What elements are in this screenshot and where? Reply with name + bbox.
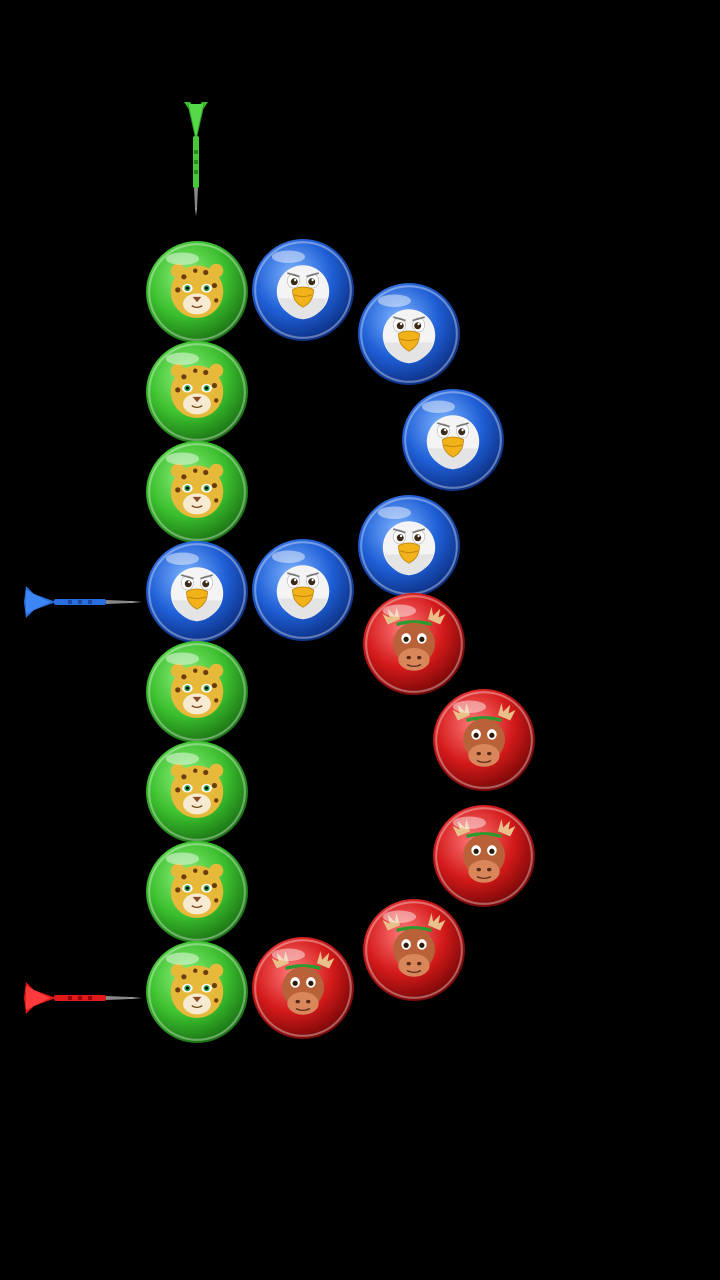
leopard-face-icon xyxy=(146,441,248,543)
red-moose-bubble[interactable] xyxy=(362,592,466,696)
blue-eagle-bubble[interactable] xyxy=(251,538,355,642)
green-leopard-bubble[interactable] xyxy=(145,740,249,844)
game-board xyxy=(0,0,720,1280)
red-moose-bubble[interactable] xyxy=(362,898,466,1002)
blue-eagle-bubble[interactable] xyxy=(357,282,461,386)
red-moose-bubble[interactable] xyxy=(432,688,536,792)
blue-eagle-bubble[interactable] xyxy=(145,540,249,644)
eagle-face-icon xyxy=(358,495,460,597)
blue-eagle-bubble[interactable] xyxy=(357,494,461,598)
green-leopard-bubble[interactable] xyxy=(145,940,249,1044)
green-leopard-bubble[interactable] xyxy=(145,340,249,444)
leopard-face-icon xyxy=(146,841,248,943)
blue-eagle-bubble[interactable] xyxy=(251,238,355,342)
leopard-face-icon xyxy=(146,741,248,843)
moose-face-icon xyxy=(433,689,535,791)
moose-face-icon xyxy=(252,937,354,1039)
blue-eagle-bubble[interactable] xyxy=(401,388,505,492)
green-leopard-bubble[interactable] xyxy=(145,640,249,744)
eagle-face-icon xyxy=(146,541,248,643)
green-dart-icon[interactable] xyxy=(174,100,218,218)
blue-dart-icon[interactable] xyxy=(20,580,144,624)
red-dart-icon[interactable] xyxy=(20,976,144,1020)
red-moose-bubble[interactable] xyxy=(432,804,536,908)
moose-face-icon xyxy=(363,899,465,1001)
leopard-face-icon xyxy=(146,241,248,343)
eagle-face-icon xyxy=(358,283,460,385)
eagle-face-icon xyxy=(252,239,354,341)
leopard-face-icon xyxy=(146,641,248,743)
eagle-face-icon xyxy=(402,389,504,491)
leopard-face-icon xyxy=(146,341,248,443)
green-leopard-bubble[interactable] xyxy=(145,240,249,344)
moose-face-icon xyxy=(363,593,465,695)
moose-face-icon xyxy=(433,805,535,907)
green-leopard-bubble[interactable] xyxy=(145,440,249,544)
red-moose-bubble[interactable] xyxy=(251,936,355,1040)
eagle-face-icon xyxy=(252,539,354,641)
leopard-face-icon xyxy=(146,941,248,1043)
green-leopard-bubble[interactable] xyxy=(145,840,249,944)
